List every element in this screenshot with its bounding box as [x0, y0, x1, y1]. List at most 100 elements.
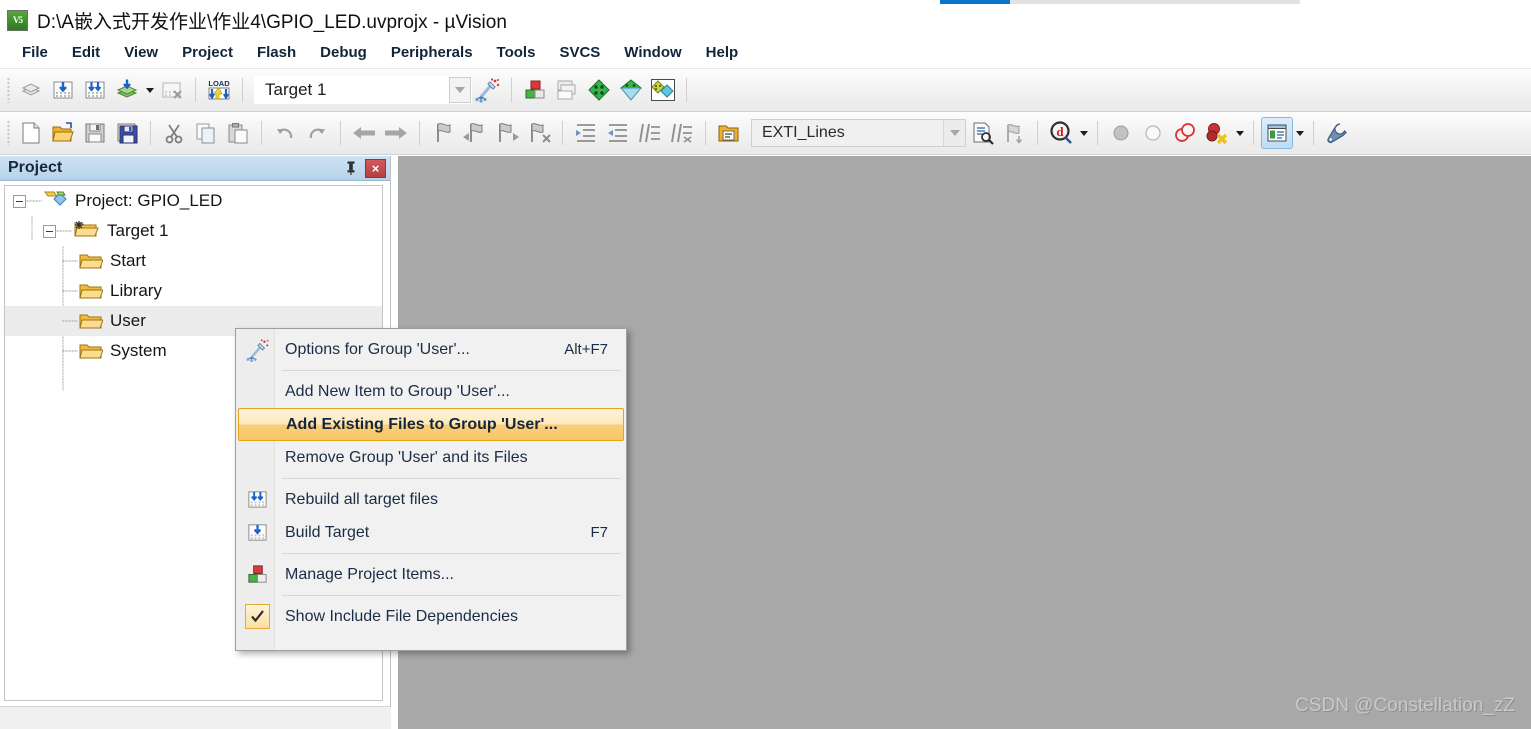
context-menu-separator-4: [282, 595, 620, 596]
tree-dots-2: [56, 230, 72, 232]
manage-project-items-icon-2: [238, 563, 277, 586]
project-panel-header: Project ×: [0, 156, 390, 181]
disable-all-breakpoints-icon[interactable]: [1169, 117, 1201, 149]
forward-icon[interactable]: [380, 117, 412, 149]
stop-build-icon[interactable]: [156, 74, 188, 106]
bookmark-next-icon[interactable]: [491, 117, 523, 149]
tree-node-library[interactable]: Library: [5, 276, 382, 306]
context-menu-item-rebuild-all[interactable]: Rebuild all target files: [238, 483, 624, 516]
toolbar2-separator-9: [1253, 121, 1254, 145]
redo-icon[interactable]: [301, 117, 333, 149]
manage-project-items-icon[interactable]: [519, 74, 551, 106]
toolbar-grip-2[interactable]: [7, 120, 10, 146]
uvision-window: V5 D:\A嵌入式开发作业\作业4\GPIO_LED.uvprojx - µV…: [0, 0, 1531, 729]
start-debug-caret-icon[interactable]: [1077, 118, 1090, 148]
context-menu-item-manage-project-items[interactable]: Manage Project Items...: [238, 558, 624, 591]
copy-icon[interactable]: [190, 117, 222, 149]
menu-debug[interactable]: Debug: [308, 41, 379, 64]
translate-icon[interactable]: [15, 74, 47, 106]
insert-breakpoint-icon[interactable]: [1105, 117, 1137, 149]
context-menu-item-show-include-dependencies[interactable]: Show Include File Dependencies: [238, 600, 624, 633]
batch-build-icon[interactable]: [111, 74, 143, 106]
context-menu-item-options-for-group[interactable]: Options for Group 'User'... Alt+F7: [238, 333, 624, 366]
menu-edit[interactable]: Edit: [60, 41, 112, 64]
menu-tools[interactable]: Tools: [485, 41, 548, 64]
bookmark-clear-icon[interactable]: [523, 117, 555, 149]
tree-dots-6: [62, 350, 78, 352]
batch-build-caret-icon[interactable]: [143, 75, 156, 105]
paste-icon[interactable]: [222, 117, 254, 149]
menu-svcs[interactable]: SVCS: [547, 41, 612, 64]
expander-icon-2[interactable]: [43, 224, 56, 238]
bookmark-toggle-icon[interactable]: [427, 117, 459, 149]
menu-view[interactable]: View: [112, 41, 170, 64]
close-icon[interactable]: ×: [365, 158, 386, 178]
comment-icon[interactable]: [634, 117, 666, 149]
target-select-value: Target 1: [265, 80, 327, 99]
kill-breakpoints-caret-icon[interactable]: [1233, 118, 1246, 148]
tree-node-start[interactable]: Start: [5, 246, 382, 276]
tree-label-start: Start: [110, 251, 146, 270]
target-options-icon[interactable]: [472, 74, 504, 106]
start-debug-icon[interactable]: d: [1045, 117, 1077, 149]
target-icon: [72, 219, 100, 244]
uvision-icon-text: V5: [13, 14, 23, 25]
run-time-env-icon[interactable]: [615, 74, 647, 106]
bookmark-prev-icon[interactable]: [459, 117, 491, 149]
context-menu-accel: Alt+F7: [564, 341, 608, 358]
tree-node-project[interactable]: Project: GPIO_LED: [5, 186, 382, 216]
target-select[interactable]: Target 1: [254, 76, 472, 104]
undo-icon[interactable]: [269, 117, 301, 149]
pin-icon[interactable]: [341, 158, 361, 178]
context-menu-item-remove-group[interactable]: Remove Group 'User' and its Files: [238, 441, 624, 474]
chevron-down-icon[interactable]: [449, 77, 471, 103]
back-icon[interactable]: [348, 117, 380, 149]
configuration-icon[interactable]: [1321, 117, 1353, 149]
tree-label-project: Project: GPIO_LED: [75, 191, 223, 210]
find-in-files-icon[interactable]: [966, 117, 998, 149]
save-all-icon[interactable]: [111, 117, 143, 149]
project-panel-actions: ×: [341, 158, 390, 178]
save-icon[interactable]: [79, 117, 111, 149]
project-window-icon[interactable]: [1261, 117, 1293, 149]
cut-icon[interactable]: [158, 117, 190, 149]
menu-file[interactable]: File: [10, 41, 60, 64]
expander-icon[interactable]: [13, 194, 26, 208]
tree-node-target[interactable]: Target 1: [5, 216, 382, 246]
pack-installer-icon[interactable]: [583, 74, 615, 106]
menu-window[interactable]: Window: [612, 41, 693, 64]
outdent-icon[interactable]: [602, 117, 634, 149]
context-menu: Options for Group 'User'... Alt+F7 Add N…: [235, 328, 627, 651]
project-panel-title: Project: [8, 159, 63, 176]
kill-all-breakpoints-icon[interactable]: [1201, 117, 1233, 149]
toolbar2-separator-10: [1313, 121, 1314, 145]
context-menu-label-3: Add Existing Files to Group 'User'...: [286, 415, 558, 433]
download-icon[interactable]: LOAD: [203, 74, 235, 106]
toolbar-grip[interactable]: [7, 77, 10, 103]
project-window-caret-icon[interactable]: [1293, 118, 1306, 148]
open-file-icon[interactable]: [47, 117, 79, 149]
menu-project[interactable]: Project: [170, 41, 245, 64]
search-select[interactable]: EXTI_Lines: [751, 119, 966, 147]
menu-peripherals[interactable]: Peripherals: [379, 41, 485, 64]
context-menu-label-8: Show Include File Dependencies: [285, 607, 519, 625]
open-folder-icon[interactable]: [713, 117, 745, 149]
toolbar2-separator-6: [705, 121, 706, 145]
tree-dots-3: [62, 260, 78, 262]
menu-help[interactable]: Help: [694, 41, 751, 64]
menu-flash[interactable]: Flash: [245, 41, 308, 64]
context-menu-item-add-existing-files[interactable]: Add Existing Files to Group 'User'...: [238, 408, 624, 441]
enable-breakpoint-icon[interactable]: [1137, 117, 1169, 149]
chevron-down-icon-2[interactable]: [943, 120, 965, 146]
context-menu-item-add-new-item[interactable]: Add New Item to Group 'User'...: [238, 375, 624, 408]
pack-manage-icon[interactable]: [647, 74, 679, 106]
indent-icon[interactable]: [570, 117, 602, 149]
new-file-icon[interactable]: [15, 117, 47, 149]
incremental-find-icon[interactable]: [998, 117, 1030, 149]
multi-project-icon[interactable]: [551, 74, 583, 106]
uncomment-icon[interactable]: [666, 117, 698, 149]
rebuild-icon[interactable]: [79, 74, 111, 106]
context-menu-item-build-target[interactable]: Build Target F7: [238, 516, 624, 549]
toolbar-separator-2: [242, 78, 243, 102]
build-icon[interactable]: [47, 74, 79, 106]
